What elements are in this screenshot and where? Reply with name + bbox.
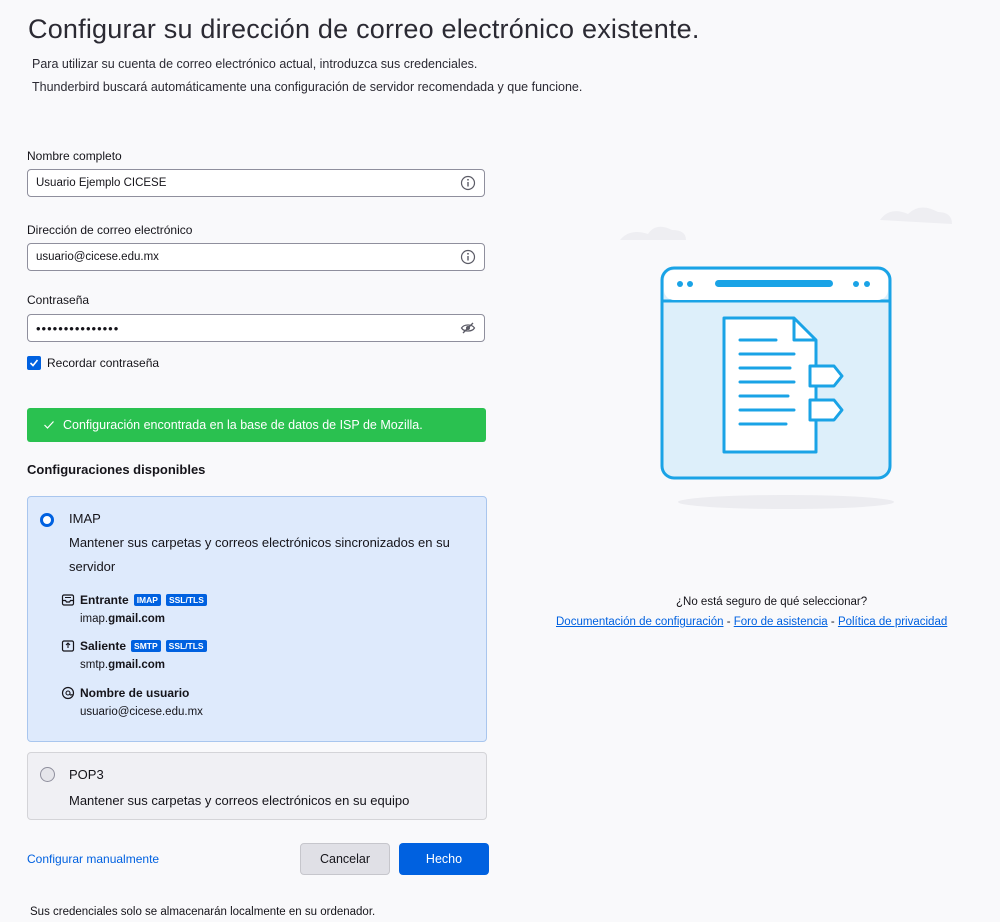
remember-label: Recordar contraseña (47, 356, 160, 370)
help-links: Documentación de configuración - Foro de… (556, 616, 947, 628)
checkmark-icon (29, 359, 39, 367)
email-value: usuario@cicese.edu.mx (36, 251, 159, 263)
document-icon (722, 316, 818, 454)
outgoing-host: smtp.gmail.com (80, 659, 166, 671)
manual-config-link[interactable]: Configurar manualmente (27, 852, 159, 866)
incoming-server-row: Entrante IMAP SSL/TLS (61, 593, 207, 607)
description-line-1: Para utilizar su cuenta de correo electr… (32, 57, 478, 71)
info-icon[interactable] (460, 249, 476, 265)
pop3-description: Mantener sus carpetas y correos electrón… (69, 793, 410, 808)
fullname-label: Nombre completo (27, 149, 122, 163)
incoming-protocol-tag: IMAP (133, 594, 161, 606)
outgoing-label: Saliente (80, 639, 127, 653)
tag-shape (808, 398, 844, 422)
email-setup-illustration (620, 207, 952, 509)
description-line-2: Thunderbird buscará automáticamente una … (32, 80, 583, 94)
address-bar (715, 280, 833, 287)
info-icon[interactable] (460, 175, 476, 191)
cloud-shape (880, 207, 952, 224)
imap-option-card[interactable]: IMAP Mantener sus carpetas y correos ele… (27, 496, 487, 742)
checkmark-icon (44, 421, 54, 429)
outgoing-protocol-tag: SMTP (131, 640, 161, 652)
inbox-icon (61, 594, 75, 606)
shadow-shape (678, 495, 894, 509)
password-field[interactable]: ••••••••••••••• (27, 314, 485, 342)
link-separator: - (827, 616, 838, 628)
page-title: Configurar su dirección de correo electr… (28, 14, 700, 44)
support-forum-link[interactable]: Foro de asistencia (734, 616, 828, 628)
incoming-security-tag: SSL/TLS (165, 594, 207, 606)
outbox-icon (61, 640, 75, 652)
username-label: Nombre de usuario (80, 686, 190, 700)
available-configs-heading: Configuraciones disponibles (27, 462, 206, 477)
password-label: Contraseña (27, 293, 90, 307)
eye-slash-icon[interactable] (460, 320, 476, 336)
incoming-host: imap.gmail.com (80, 613, 166, 625)
imap-radio[interactable] (40, 513, 54, 527)
help-question: ¿No está seguro de qué seleccionar? (676, 596, 868, 608)
dot-shape (687, 281, 693, 287)
pop3-title: POP3 (69, 767, 104, 782)
username-row: Nombre de usuario (61, 686, 189, 700)
email-field[interactable]: usuario@cicese.edu.mx (27, 243, 485, 271)
config-found-notification: Configuración encontrada en la base de d… (27, 408, 486, 442)
fullname-value: Usuario Ejemplo CICESE (36, 177, 167, 189)
documentation-link[interactable]: Documentación de configuración (556, 616, 724, 628)
username-value: usuario@cicese.edu.mx (80, 706, 203, 718)
outgoing-server-row: Saliente SMTP SSL/TLS (61, 639, 207, 653)
dot-shape (677, 281, 683, 287)
password-value: ••••••••••••••• (36, 321, 120, 336)
email-label: Dirección de correo electrónico (27, 223, 193, 237)
fullname-field[interactable]: Usuario Ejemplo CICESE (27, 169, 485, 197)
credentials-note: Sus credenciales solo se almacenarán loc… (30, 906, 376, 918)
dot-shape (853, 281, 859, 287)
cancel-button[interactable]: Cancelar (300, 843, 390, 875)
pop3-radio[interactable] (40, 767, 55, 782)
tag-shape (808, 364, 844, 388)
at-sign-icon (61, 686, 75, 700)
pop3-option-card[interactable]: POP3 Mantener sus carpetas y correos ele… (27, 752, 487, 820)
imap-description: Mantener sus carpetas y correos electrón… (69, 535, 450, 574)
imap-title: IMAP (69, 511, 101, 526)
cloud-shape (620, 226, 686, 240)
link-separator: - (723, 616, 734, 628)
outgoing-security-tag: SSL/TLS (165, 640, 207, 652)
incoming-label: Entrante (80, 593, 129, 607)
remember-checkbox[interactable] (27, 356, 41, 370)
done-button[interactable]: Hecho (399, 843, 489, 875)
dot-shape (864, 281, 870, 287)
privacy-policy-link[interactable]: Política de privacidad (838, 616, 947, 628)
config-found-text: Configuración encontrada en la base de d… (63, 418, 423, 432)
remember-password[interactable]: Recordar contraseña (27, 356, 159, 370)
